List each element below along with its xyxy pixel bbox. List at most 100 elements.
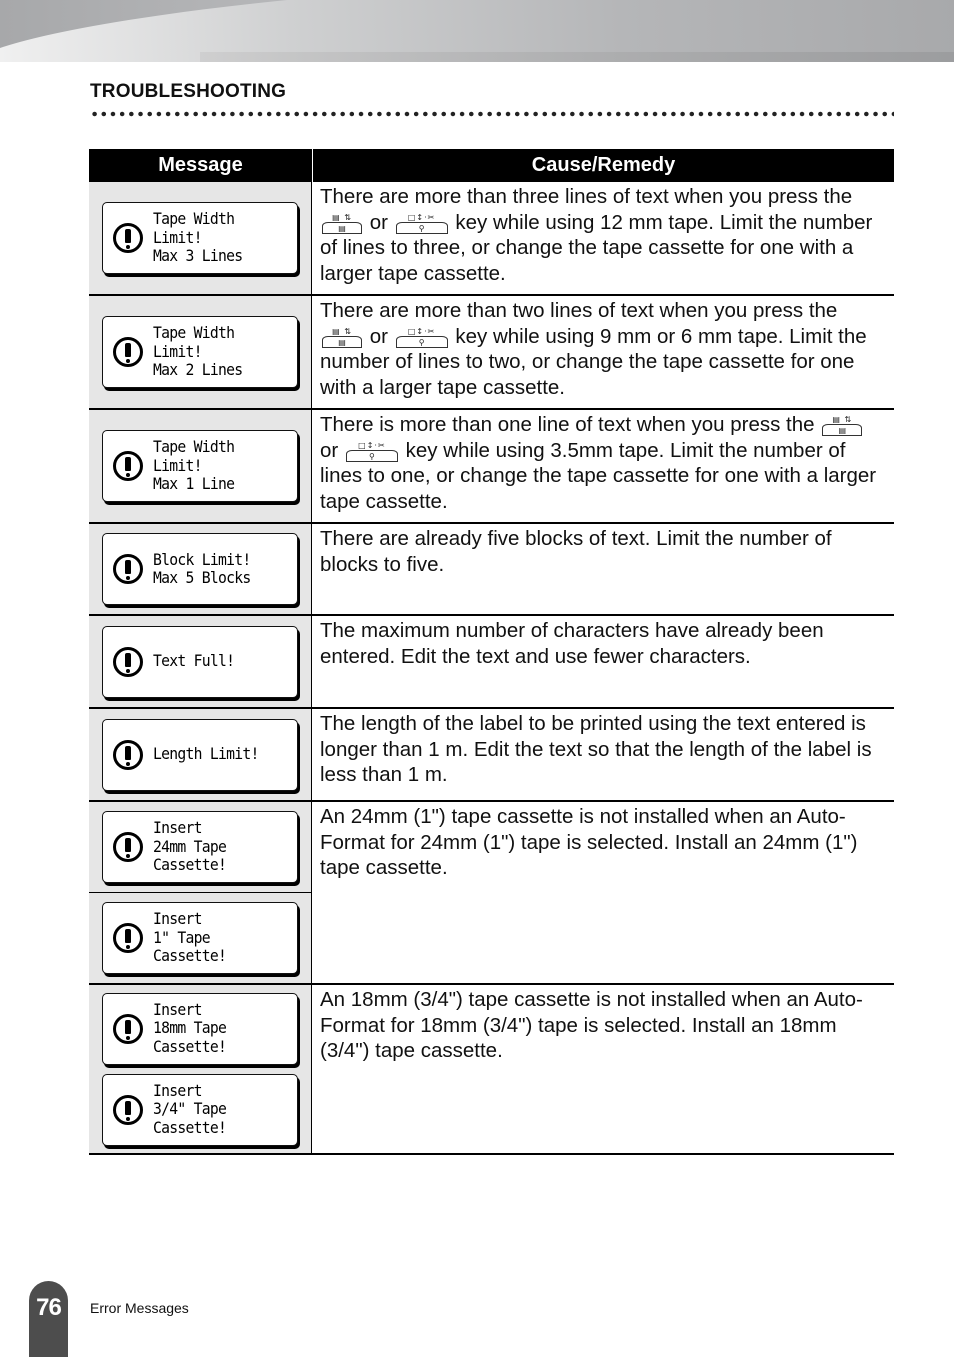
message-cell: Tape Width Limit! Max 1 Line: [89, 410, 312, 522]
table-row: Tape Width Limit! Max 2 Lines There are …: [89, 296, 894, 410]
warning-icon: [113, 1094, 143, 1125]
message-cell: Insert 24mm Tape Cassette! Insert 1" Tap…: [89, 802, 312, 983]
preview-key-icon: □↕·✂ ⚲: [395, 327, 448, 349]
lcd-line: Cassette!: [153, 855, 227, 875]
message-cell: Block Limit! Max 5 Blocks: [89, 524, 312, 614]
remedy-cell: There are already five blocks of text. L…: [320, 527, 832, 576]
remedy-cell: There is more than one line of text when…: [312, 410, 894, 522]
message-cell: Length Limit!: [89, 709, 312, 800]
message-screen-wrapper: Block Limit! Max 5 Blocks: [89, 524, 311, 614]
page-number-tab: 76: [29, 1281, 68, 1357]
remedy-cell: An 18mm (3/4") tape cassette is not inst…: [320, 988, 863, 1062]
lcd-line: Length Limit!: [153, 744, 259, 764]
remedy-text: key while using 3.5mm tape. Limit the nu…: [320, 438, 877, 513]
remedy-text: There is more than one line of text when…: [320, 413, 815, 436]
lcd-line: Cassette!: [153, 946, 227, 966]
lcd-message-screen: Tape Width Limit! Max 1 Line: [102, 430, 298, 502]
lcd-message-screen: Tape Width Limit! Max 3 Lines: [102, 202, 298, 274]
lcd-line: Tape Width: [153, 323, 235, 343]
lcd-message-screen: Text Full!: [102, 625, 298, 698]
remedy-text: or: [369, 324, 388, 348]
warning-icon: [113, 337, 143, 367]
lcd-line: Block Limit!: [153, 549, 251, 569]
remedy-cell: An 24mm (1") tape cassette is not instal…: [320, 805, 858, 879]
message-screen-wrapper: Tape Width Limit! Max 3 Lines: [89, 182, 311, 294]
message-screen-wrapper: Insert 18mm Tape Cassette!: [89, 991, 311, 1066]
message-screen-wrapper: Text Full!: [89, 616, 311, 707]
message-screen-wrapper: Insert 24mm Tape Cassette!: [89, 802, 311, 892]
page-header-banner: [0, 0, 954, 62]
remedy-cell: The maximum number of characters have al…: [320, 619, 824, 668]
remedy-cell: The length of the label to be printed us…: [320, 712, 872, 786]
lcd-line: 24mm Tape: [153, 836, 227, 856]
lcd-line: Insert: [153, 999, 202, 1019]
remedy-text: or: [320, 438, 339, 462]
lcd-line: Text Full!: [153, 651, 235, 671]
lcd-message-screen: Tape Width Limit! Max 2 Lines: [102, 316, 298, 388]
text-align-key-icon: ▤ ⇅ ▤: [322, 327, 362, 349]
warning-icon: [113, 832, 143, 862]
table-header: Message Cause/Remedy: [89, 149, 894, 182]
message-screen-wrapper: Insert 3/4" Tape Cassette!: [89, 1072, 311, 1147]
error-messages-table: Message Cause/Remedy Tape Width Limit! M…: [89, 149, 894, 1155]
message-screen-wrapper: Tape Width Limit! Max 1 Line: [89, 410, 311, 522]
lcd-line: Limit!: [153, 455, 202, 475]
section-title: TROUBLESHOOTING: [90, 81, 287, 102]
warning-icon: [113, 554, 143, 584]
footer-section-label: Error Messages: [90, 1300, 189, 1316]
lcd-line: Max 3 Lines: [153, 246, 243, 266]
lcd-message-screen: Insert 24mm Tape Cassette!: [102, 811, 298, 883]
lcd-line: Max 2 Lines: [153, 360, 243, 380]
page-number: 76: [36, 1294, 62, 1321]
warning-icon: [113, 646, 143, 677]
dotted-divider: [90, 111, 894, 117]
warning-icon: [113, 739, 143, 770]
remedy-cell: There are more than three lines of text …: [312, 182, 894, 294]
lcd-line: Limit!: [153, 341, 202, 361]
message-cell: Tape Width Limit! Max 2 Lines: [89, 296, 312, 408]
table-row: Tape Width Limit! Max 3 Lines There are …: [89, 182, 894, 296]
lcd-message-screen: Insert 3/4" Tape Cassette!: [102, 1073, 298, 1146]
lcd-line: Max 1 Line: [153, 474, 235, 494]
message-cell: Text Full!: [89, 616, 312, 707]
preview-key-icon: □↕·✂ ⚲: [395, 213, 448, 235]
lcd-line: 1" Tape: [153, 927, 211, 947]
message-screen-wrapper: Insert 1" Tape Cassette!: [89, 892, 311, 983]
lcd-line: Cassette!: [153, 1036, 227, 1056]
banner-swoosh-lower: [200, 52, 954, 62]
lcd-line: Insert: [153, 818, 202, 838]
lcd-message-screen: Block Limit! Max 5 Blocks: [102, 533, 298, 605]
lcd-line: Tape Width: [153, 209, 235, 229]
message-cell: Tape Width Limit! Max 3 Lines: [89, 182, 312, 294]
lcd-line: Insert: [153, 909, 202, 929]
remedy-text: or: [369, 210, 388, 234]
lcd-line: 3/4" Tape: [153, 1099, 227, 1119]
lcd-line: Limit!: [153, 227, 202, 247]
column-header-message: Message: [89, 149, 313, 182]
table-row: Tape Width Limit! Max 1 Line There is mo…: [89, 410, 894, 524]
warning-icon: [113, 923, 143, 953]
warning-icon: [113, 451, 143, 481]
table-row: Text Full! The maximum number of charact…: [89, 616, 894, 709]
remedy-cell: There are more than two lines of text wh…: [312, 296, 894, 408]
message-screen-wrapper: Length Limit!: [89, 709, 311, 800]
column-header-cause-remedy: Cause/Remedy: [531, 154, 676, 176]
preview-key-icon: □↕·✂ ⚲: [345, 441, 398, 463]
table-row: Block Limit! Max 5 Blocks There are alre…: [89, 524, 894, 616]
warning-icon: [113, 223, 143, 253]
lcd-line: Max 5 Blocks: [153, 568, 251, 587]
warning-icon: [113, 1013, 143, 1044]
table-row: Insert 24mm Tape Cassette! Insert 1" Tap…: [89, 802, 894, 985]
lcd-line: 18mm Tape: [153, 1018, 227, 1038]
lcd-message-screen: Insert 1" Tape Cassette!: [102, 902, 298, 974]
remedy-text: There are more than three lines of text …: [320, 185, 853, 208]
lcd-line: Cassette!: [153, 1117, 227, 1137]
lcd-line: Tape Width: [153, 437, 235, 457]
lcd-message-screen: Length Limit!: [102, 718, 298, 791]
text-align-key-icon: ▤ ⇅ ▤: [822, 415, 863, 437]
table-row: Insert 18mm Tape Cassette! Insert 3/4" T…: [89, 985, 894, 1155]
lcd-message-screen: Insert 18mm Tape Cassette!: [102, 992, 298, 1065]
remedy-text: There are more than two lines of text wh…: [320, 299, 838, 322]
text-align-key-icon: ▤ ⇅ ▤: [322, 213, 362, 235]
message-screen-wrapper: Tape Width Limit! Max 2 Lines: [89, 296, 311, 408]
